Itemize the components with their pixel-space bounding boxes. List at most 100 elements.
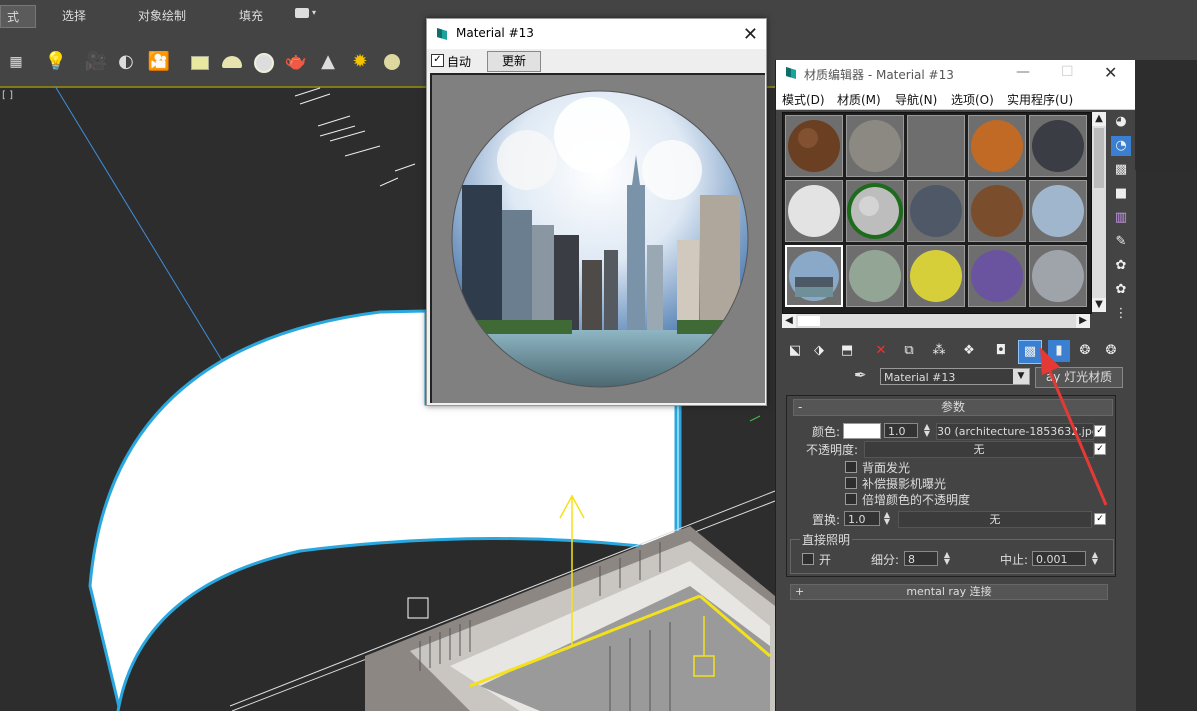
slot-7[interactable] [846,180,904,242]
material-preview-window: Material #13 ✕ ✓ 自动 更新 [426,18,767,406]
menu-fill[interactable]: 填充 [239,7,263,24]
chevron-down-icon[interactable]: ▼ [1013,369,1029,384]
menu-modes[interactable]: 模式(D) [782,91,825,108]
material-navigator-icon[interactable]: ⋮ [1111,304,1131,324]
slots-vertical-scrollbar[interactable]: ▲ ▼ [1092,112,1106,312]
slot-2[interactable] [846,115,904,177]
compensate-exposure-label: 补偿摄影机曝光 [862,477,947,491]
slot-14[interactable] [968,245,1026,307]
chevron-down-icon[interactable]: ▾ [312,8,316,17]
spinner-arrows-icon[interactable]: ▲ ▼ [942,551,952,566]
editor-title: 材质编辑器 - Material #13 [804,68,954,82]
multiply-opacity-label: 倍增颜色的不透明度 [862,493,971,507]
cutoff-spinner[interactable]: 0.001 [1032,551,1086,566]
multiply-opacity-checkbox[interactable] [845,493,857,505]
back-emit-checkbox[interactable] [845,461,857,473]
slot-10[interactable] [1029,180,1087,242]
direct-illum-on-checkbox[interactable] [802,553,814,565]
slot-13[interactable] [907,245,965,307]
displace-spinner[interactable]: 1.0 [844,511,880,526]
expand-icon[interactable]: + [795,585,804,599]
viewport-label[interactable]: [ ] [2,90,13,101]
assign-to-selection-icon[interactable]: ⬒ [836,340,858,362]
auto-checkbox[interactable]: ✓ [431,54,444,67]
close-icon[interactable]: ✕ [743,24,758,45]
minimize-icon[interactable]: — [1016,64,1030,80]
scroll-left-icon[interactable]: ◀ [782,314,796,328]
ribbon-dropdown-icon[interactable] [295,8,309,18]
collapse-icon[interactable]: - [798,400,802,415]
make-preview-icon[interactable]: ✎ [1111,232,1131,252]
subdivs-spinner[interactable]: 8 [904,551,938,566]
cone-icon[interactable]: ▲ [315,49,341,75]
slot-3[interactable] [907,115,965,177]
slot-1[interactable] [785,115,843,177]
camera-icon[interactable]: 🎥 [83,49,109,75]
menu-options[interactable]: 选项(O) [951,91,994,108]
background-icon[interactable]: ▩ [1111,160,1131,180]
sample-type-icon[interactable]: ◕ [1111,112,1131,132]
viewport-strip-lower [1136,170,1197,711]
color-multiplier-spinner[interactable]: 1.0 [884,423,918,438]
sphere-icon[interactable] [251,49,277,75]
slot-12[interactable] [846,245,904,307]
options-icon[interactable]: ✿ [1111,256,1131,276]
scroll-thumb[interactable] [798,316,820,326]
light-bulb-icon[interactable]: 💡 [43,49,69,75]
render-setup-icon[interactable]: ◐ [113,49,139,75]
sample-uv-tiling-icon[interactable]: ■ [1111,184,1131,204]
menu-object-paint[interactable]: 对象绘制 [138,7,186,24]
render-icon[interactable]: 🎦 [146,49,172,75]
preview-title-bar[interactable]: Material #13 ✕ [427,19,766,49]
put-to-library-icon[interactable]: ❖ [958,340,980,362]
slot-5[interactable] [1029,115,1087,177]
table-icon[interactable]: ▦ [3,49,29,75]
scroll-down-icon[interactable]: ▼ [1092,298,1106,312]
eyedropper-icon[interactable]: ✒ [854,366,867,384]
slot-4[interactable] [968,115,1026,177]
reset-map-icon[interactable]: ✕ [870,340,892,362]
scroll-right-icon[interactable]: ▶ [1076,314,1090,328]
get-material-icon[interactable]: ⬕ [784,340,806,362]
video-color-check-icon[interactable]: ▥ [1111,208,1131,228]
hemisphere-icon[interactable] [219,49,245,75]
menu-mode[interactable]: 式 [0,5,36,28]
subdivs-label: 细分: [871,553,900,567]
color-swatch[interactable] [843,423,881,439]
menu-navigation[interactable]: 导航(N) [895,91,937,108]
sphere-light-icon[interactable] [379,49,405,75]
scroll-up-icon[interactable]: ▲ [1092,112,1106,126]
spinner-arrows-icon[interactable]: ▲ ▼ [922,423,932,438]
spinner-arrows-icon[interactable]: ▲ ▼ [882,511,892,526]
material-id-channel-icon[interactable]: ◘ [990,340,1012,362]
slot-6[interactable] [785,180,843,242]
material-name-field[interactable]: Material #13 ▼ [880,368,1030,385]
editor-title-bar[interactable]: 材质编辑器 - Material #13 — ☐ ✕ [776,60,1135,87]
close-icon[interactable]: ✕ [1104,63,1117,82]
menu-utilities[interactable]: 实用程序(U) [1007,91,1073,108]
mental-ray-rollout[interactable]: + mental ray 连接 [790,584,1108,600]
menu-select[interactable]: 选择 [62,7,86,24]
maximize-icon[interactable]: ☐ [1061,64,1074,80]
copy-material-icon[interactable]: ⧉ [898,340,920,362]
chrome-sphere [451,90,749,388]
slots-horizontal-scrollbar[interactable]: ◀ ▶ [782,314,1090,328]
slot-15[interactable] [1029,245,1087,307]
sun-icon[interactable]: ✹ [347,49,373,75]
backlight-icon[interactable]: ◔ [1111,136,1131,156]
compensate-exposure-checkbox[interactable] [845,477,857,489]
update-button[interactable]: 更新 [487,51,541,72]
make-unique-icon[interactable]: ⁂ [928,340,950,362]
slot-8[interactable] [907,180,965,242]
put-to-scene-icon[interactable]: ⬗ [808,340,830,362]
slot-9[interactable] [968,180,1026,242]
select-by-material-icon[interactable]: ✿ [1111,280,1131,300]
spinner-arrows-icon[interactable]: ▲ ▼ [1090,551,1100,566]
slot-11-active[interactable] [785,245,843,307]
material-preview-canvas [430,73,765,403]
teapot-icon[interactable]: 🫖 [283,49,309,75]
menu-material[interactable]: 材质(M) [837,91,881,108]
scroll-thumb[interactable] [1094,128,1104,188]
material-name-value: Material #13 [884,371,956,384]
plane-icon[interactable] [187,49,213,75]
